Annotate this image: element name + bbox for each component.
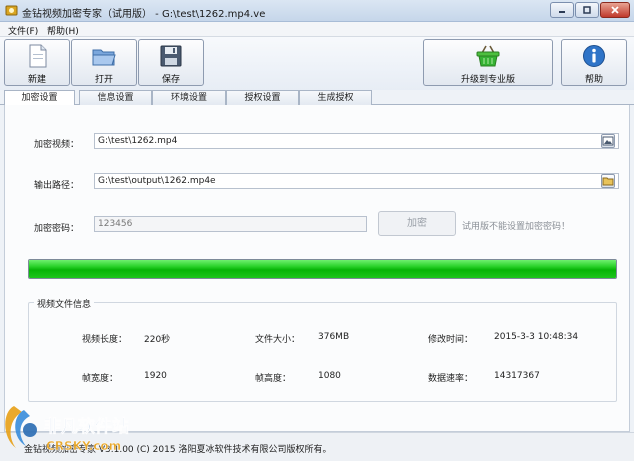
help-button[interactable]: 帮助 [561, 39, 627, 86]
browse-output-button[interactable] [601, 174, 615, 188]
app-icon [5, 5, 18, 16]
tab-generate-license[interactable]: 生成授权 [299, 90, 372, 105]
toolbar: 新建 打开 保存 升级到专业版 帮助 [0, 37, 634, 90]
close-icon [611, 6, 619, 14]
upgrade-button-label: 升级到专业版 [460, 75, 515, 85]
video-info-title: 视频文件信息 [34, 297, 95, 310]
filesize-value: 376MB [318, 332, 350, 342]
watermark-brand: 非凡软件站 [44, 416, 129, 437]
watermark-logo: 非凡软件站 CRSKY.com [5, 406, 129, 453]
modified-value: 2015-3-3 10:48:34 [494, 332, 579, 342]
browse-video-button[interactable] [601, 134, 615, 148]
filesize-label: 文件大小： [255, 335, 301, 345]
maximize-icon [583, 6, 591, 14]
info-icon [583, 45, 605, 67]
folder-browse-icon [602, 177, 614, 186]
close-button[interactable] [600, 2, 630, 18]
window-title: 金钻视频加密专家（试用版） - G:\test\1262.mp4.ve [22, 9, 266, 20]
password-label: 加密密码： [34, 224, 80, 234]
encrypt-button[interactable]: 加密 [378, 211, 456, 236]
progress-fill [29, 260, 616, 278]
video-path-field[interactable]: G:\test\1262.mp4 [94, 133, 619, 149]
minimize-icon [559, 11, 565, 13]
new-button-label: 新建 [27, 75, 46, 85]
help-button-label: 帮助 [584, 75, 603, 85]
new-file-icon [29, 44, 47, 68]
password-field[interactable]: 123456 [94, 216, 367, 232]
upgrade-button[interactable]: 升级到专业版 [423, 39, 553, 86]
bitrate-label: 数据速率： [428, 374, 474, 384]
maximize-button[interactable] [575, 2, 599, 18]
modified-label: 修改时间： [428, 335, 474, 345]
video-label: 加密视频： [34, 140, 80, 150]
picture-browse-icon [602, 136, 614, 146]
floppy-disk-icon [160, 45, 182, 67]
menu-file[interactable]: 文件(F) [8, 24, 38, 37]
frame-height-value: 1080 [318, 371, 341, 381]
trial-note: 试用版不能设置加密密码！ [462, 222, 571, 232]
progress-bar [28, 259, 617, 279]
open-folder-icon [92, 49, 116, 66]
title-bar: 金钻视频加密专家（试用版） - G:\test\1262.mp4.ve [0, 0, 634, 22]
video-info-group [28, 302, 617, 402]
frame-width-label: 帧宽度： [82, 374, 119, 384]
new-button[interactable]: 新建 [4, 39, 70, 86]
tab-environment-settings[interactable]: 环境设置 [152, 90, 226, 105]
menu-help[interactable]: 帮助(H) [47, 24, 79, 37]
save-button-label: 保存 [161, 75, 180, 85]
frame-height-label: 帧高度： [255, 374, 292, 384]
watermark-domain: CRSKY.com [46, 439, 121, 453]
tab-license-settings[interactable]: 授权设置 [226, 90, 299, 105]
open-button-label: 打开 [94, 75, 113, 85]
shopping-basket-icon [476, 45, 500, 67]
output-path-field[interactable]: G:\test\output\1262.mp4e [94, 173, 619, 189]
open-button[interactable]: 打开 [71, 39, 137, 86]
frame-width-value: 1920 [144, 371, 167, 381]
minimize-button[interactable] [550, 2, 574, 18]
menu-bar: 文件(F) 帮助(H) [0, 22, 634, 37]
tab-strip: 加密设置 信息设置 环境设置 授权设置 生成授权 [0, 90, 634, 106]
duration-label: 视频长度： [82, 335, 128, 345]
duration-value: 220秒 [144, 335, 171, 345]
output-label: 输出路径： [34, 181, 80, 191]
save-button[interactable]: 保存 [138, 39, 204, 86]
bitrate-value: 14317367 [494, 371, 540, 381]
tab-encrypt-settings[interactable]: 加密设置 [4, 90, 75, 106]
tab-info-settings[interactable]: 信息设置 [79, 90, 152, 105]
